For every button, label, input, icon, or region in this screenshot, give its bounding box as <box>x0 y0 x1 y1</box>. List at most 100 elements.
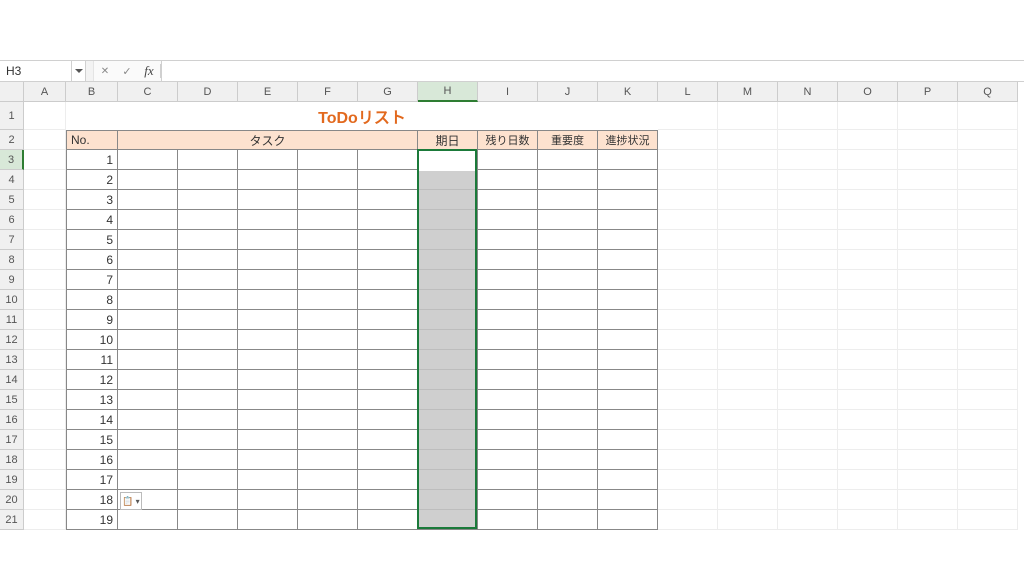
cell-F7[interactable] <box>298 230 358 250</box>
cell-C12[interactable] <box>118 330 178 350</box>
cell-I7[interactable] <box>478 230 538 250</box>
insert-function-button[interactable]: fx <box>138 61 160 81</box>
cell-E20[interactable] <box>238 490 298 510</box>
cell-E17[interactable] <box>238 430 298 450</box>
cell-N4[interactable] <box>778 170 838 190</box>
cell-H20[interactable] <box>418 490 478 510</box>
cell-H18[interactable] <box>418 450 478 470</box>
cell-J15[interactable] <box>538 390 598 410</box>
cell-K8[interactable] <box>598 250 658 270</box>
cell-N2[interactable] <box>778 130 838 150</box>
cell-J20[interactable] <box>538 490 598 510</box>
column-header-J[interactable]: J <box>538 82 598 102</box>
column-header-E[interactable]: E <box>238 82 298 102</box>
cell-Q21[interactable] <box>958 510 1018 530</box>
cell-H3[interactable] <box>418 150 478 170</box>
cell-N17[interactable] <box>778 430 838 450</box>
cell-C18[interactable] <box>118 450 178 470</box>
row-header-21[interactable]: 21 <box>0 510 24 530</box>
cell-D12[interactable] <box>178 330 238 350</box>
cell-A18[interactable] <box>24 450 66 470</box>
cell-F11[interactable] <box>298 310 358 330</box>
cell-K11[interactable] <box>598 310 658 330</box>
cell-N16[interactable] <box>778 410 838 430</box>
cell-H13[interactable] <box>418 350 478 370</box>
title-cell[interactable]: ToDoリスト <box>66 102 658 130</box>
cell-E11[interactable] <box>238 310 298 330</box>
cell-O2[interactable] <box>838 130 898 150</box>
no-cell-15[interactable]: 15 <box>66 430 118 450</box>
cell-E6[interactable] <box>238 210 298 230</box>
cell-A8[interactable] <box>24 250 66 270</box>
cell-I11[interactable] <box>478 310 538 330</box>
cell-M1[interactable] <box>718 102 778 130</box>
row-header-9[interactable]: 9 <box>0 270 24 290</box>
row-header-12[interactable]: 12 <box>0 330 24 350</box>
cell-D7[interactable] <box>178 230 238 250</box>
cell-F17[interactable] <box>298 430 358 450</box>
column-header-G[interactable]: G <box>358 82 418 102</box>
cell-L19[interactable] <box>658 470 718 490</box>
cell-M7[interactable] <box>718 230 778 250</box>
cell-C8[interactable] <box>118 250 178 270</box>
cell-P16[interactable] <box>898 410 958 430</box>
cell-I3[interactable] <box>478 150 538 170</box>
header-days-left[interactable]: 残り日数 <box>478 130 538 150</box>
cell-M18[interactable] <box>718 450 778 470</box>
cell-C17[interactable] <box>118 430 178 450</box>
cell-O6[interactable] <box>838 210 898 230</box>
cell-O11[interactable] <box>838 310 898 330</box>
cell-H21[interactable] <box>418 510 478 530</box>
cell-M10[interactable] <box>718 290 778 310</box>
cell-I19[interactable] <box>478 470 538 490</box>
cell-Q14[interactable] <box>958 370 1018 390</box>
cell-K20[interactable] <box>598 490 658 510</box>
column-header-P[interactable]: P <box>898 82 958 102</box>
cell-A4[interactable] <box>24 170 66 190</box>
cell-N20[interactable] <box>778 490 838 510</box>
cell-O21[interactable] <box>838 510 898 530</box>
row-header-6[interactable]: 6 <box>0 210 24 230</box>
cell-H16[interactable] <box>418 410 478 430</box>
cell-J16[interactable] <box>538 410 598 430</box>
cell-K10[interactable] <box>598 290 658 310</box>
cell-D20[interactable] <box>178 490 238 510</box>
cell-O7[interactable] <box>838 230 898 250</box>
cell-H8[interactable] <box>418 250 478 270</box>
cell-Q15[interactable] <box>958 390 1018 410</box>
column-header-O[interactable]: O <box>838 82 898 102</box>
cell-D18[interactable] <box>178 450 238 470</box>
cell-N15[interactable] <box>778 390 838 410</box>
cell-D5[interactable] <box>178 190 238 210</box>
cell-I20[interactable] <box>478 490 538 510</box>
no-cell-17[interactable]: 17 <box>66 470 118 490</box>
cell-E9[interactable] <box>238 270 298 290</box>
cell-L9[interactable] <box>658 270 718 290</box>
cell-A7[interactable] <box>24 230 66 250</box>
cell-F14[interactable] <box>298 370 358 390</box>
cell-I9[interactable] <box>478 270 538 290</box>
cell-O14[interactable] <box>838 370 898 390</box>
cell-G18[interactable] <box>358 450 418 470</box>
header-no[interactable]: No. <box>66 130 118 150</box>
row-header-20[interactable]: 20 <box>0 490 24 510</box>
cell-K6[interactable] <box>598 210 658 230</box>
cell-K13[interactable] <box>598 350 658 370</box>
cell-E14[interactable] <box>238 370 298 390</box>
row-header-3[interactable]: 3 <box>0 150 24 170</box>
cell-Q17[interactable] <box>958 430 1018 450</box>
cell-J5[interactable] <box>538 190 598 210</box>
cell-D13[interactable] <box>178 350 238 370</box>
cell-M13[interactable] <box>718 350 778 370</box>
cell-A2[interactable] <box>24 130 66 150</box>
cell-G15[interactable] <box>358 390 418 410</box>
cell-A21[interactable] <box>24 510 66 530</box>
cell-Q12[interactable] <box>958 330 1018 350</box>
cell-F8[interactable] <box>298 250 358 270</box>
cell-E12[interactable] <box>238 330 298 350</box>
cell-C5[interactable] <box>118 190 178 210</box>
cell-M19[interactable] <box>718 470 778 490</box>
cell-L18[interactable] <box>658 450 718 470</box>
cell-I5[interactable] <box>478 190 538 210</box>
cell-N6[interactable] <box>778 210 838 230</box>
